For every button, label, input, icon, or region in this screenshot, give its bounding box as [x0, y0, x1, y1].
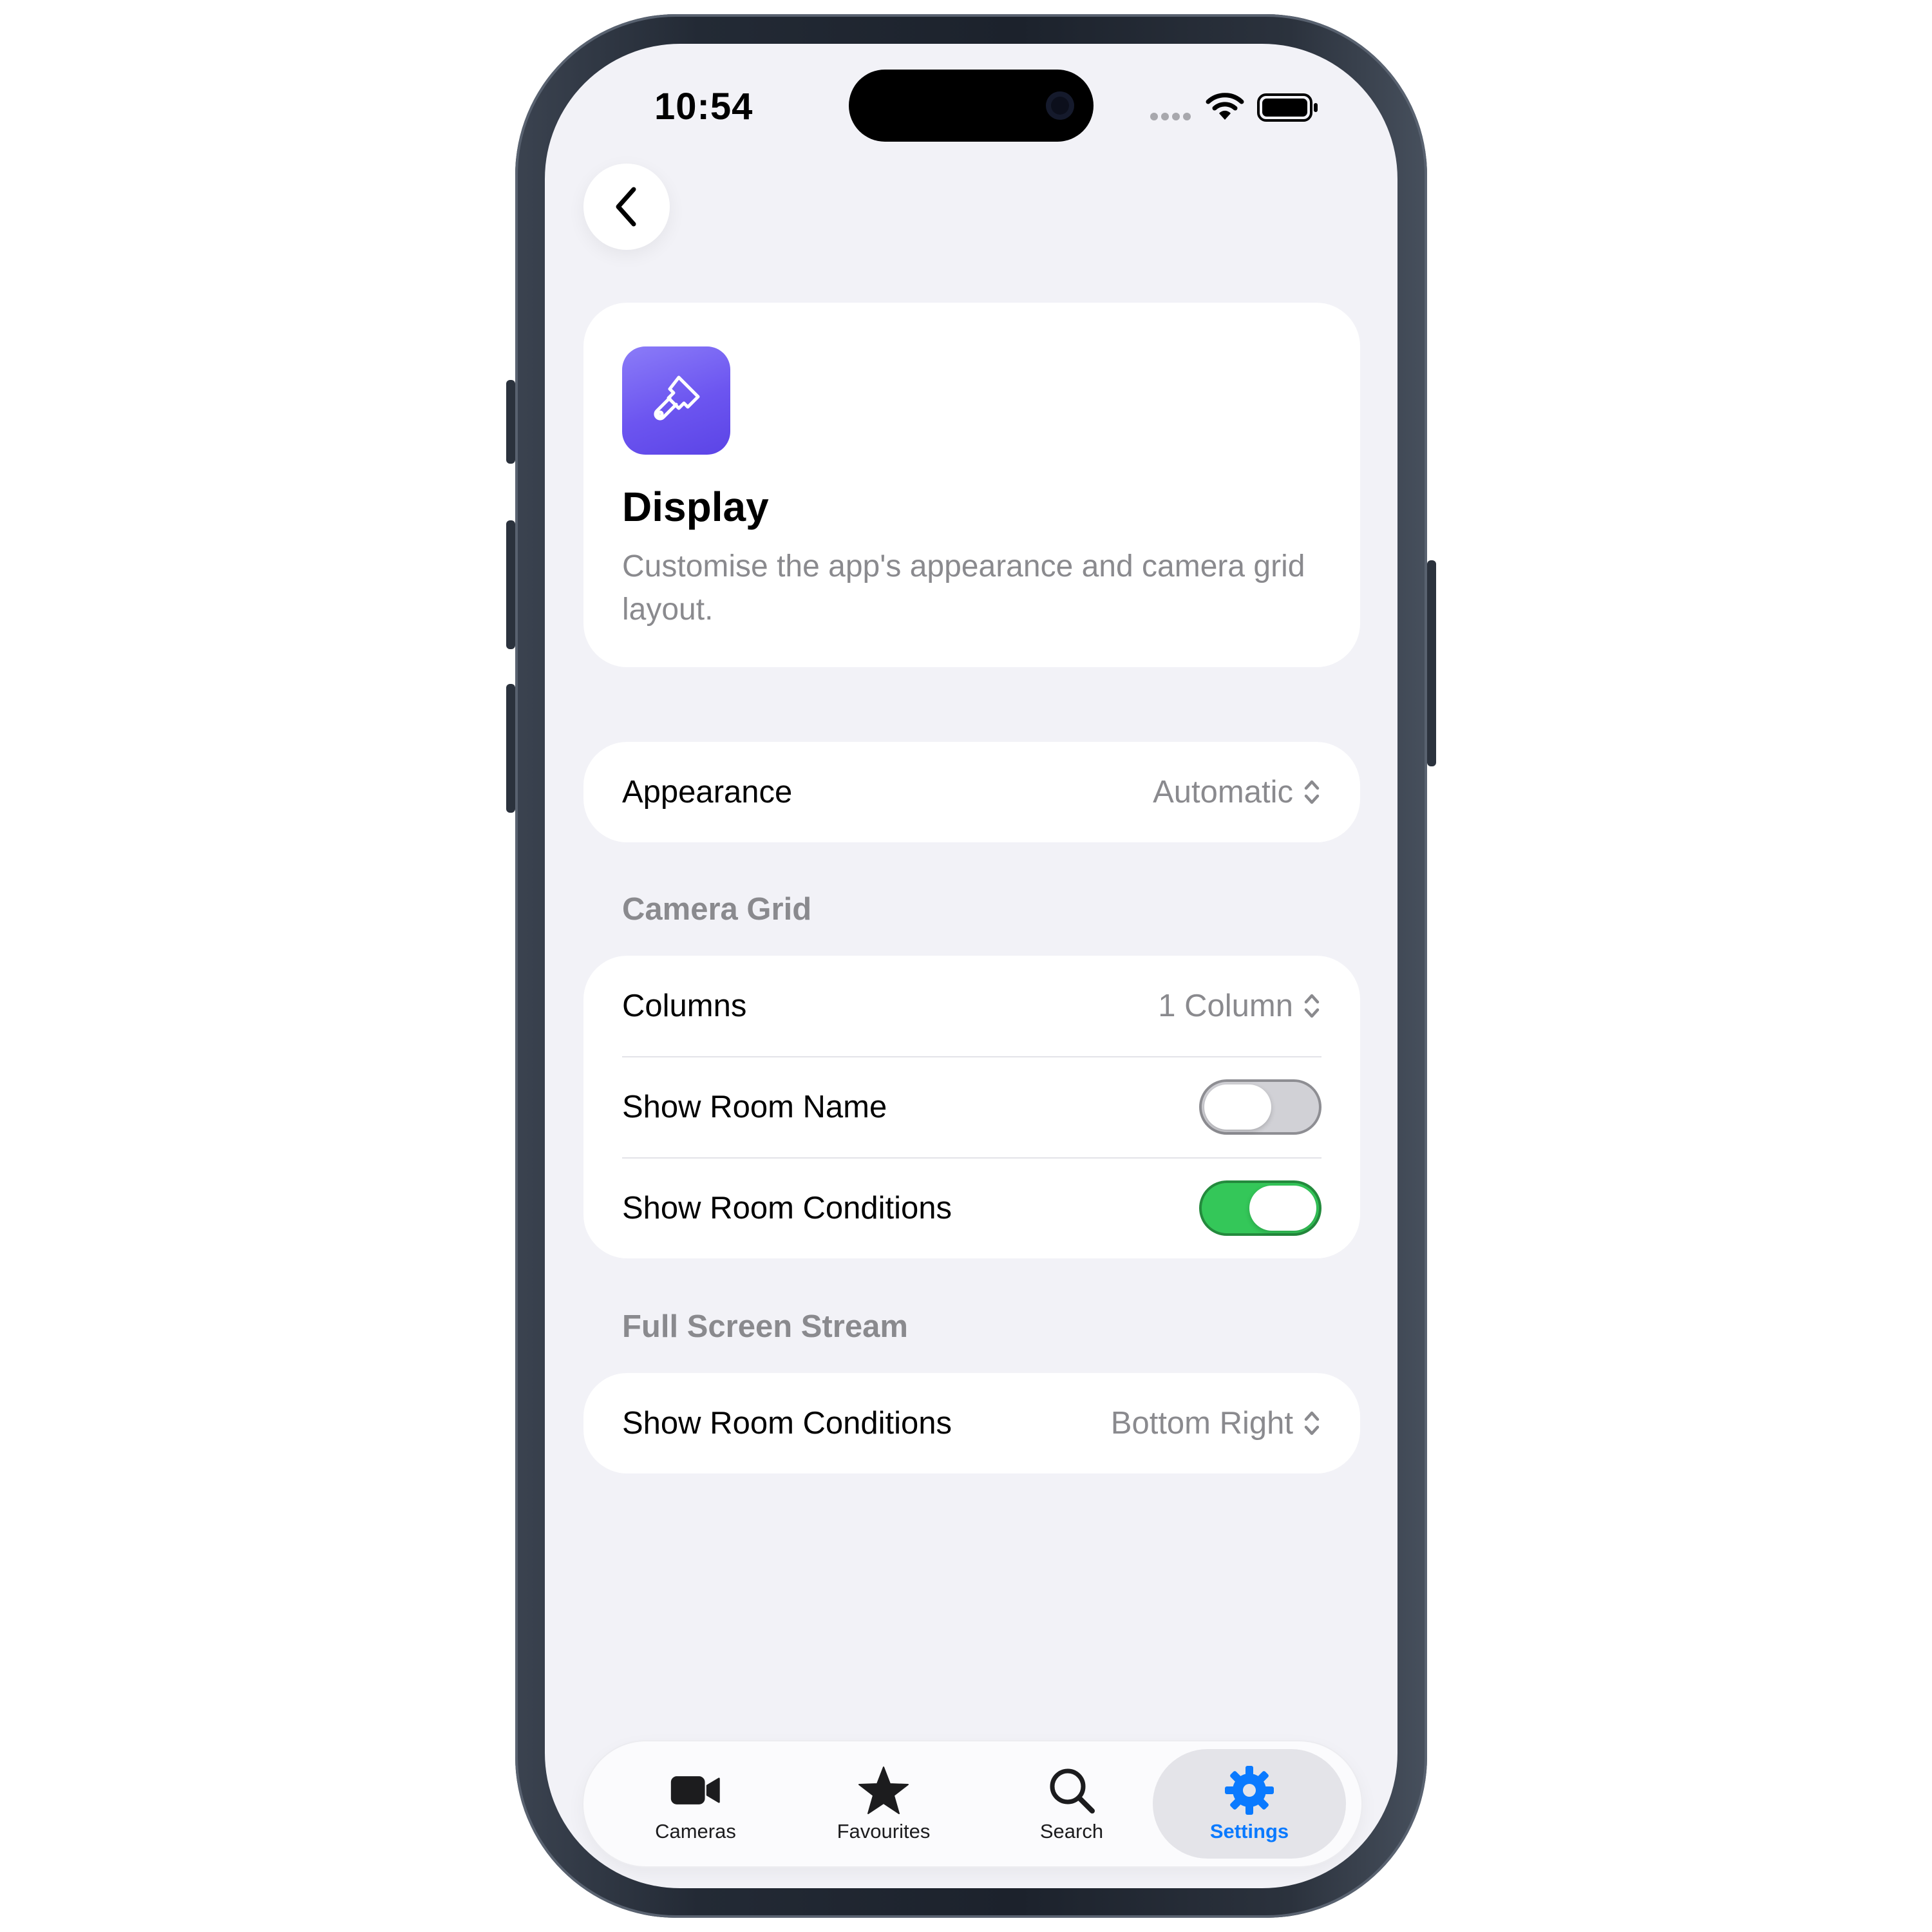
show-room-name-label: Show Room Name [622, 1090, 887, 1124]
page-title: Display [622, 484, 769, 530]
stream-room-conditions-value: Bottom Right [1110, 1406, 1293, 1441]
columns-value: 1 Column [1158, 989, 1293, 1023]
chevron-up-down-icon [1304, 780, 1320, 804]
screen: 10:54 Display Customise the app's appear… [545, 44, 1397, 1888]
page-description: Customise the app's appearance and camer… [622, 549, 1305, 627]
tab-favourites[interactable]: Favourites [787, 1749, 980, 1859]
tab-label: Search [1039, 1820, 1104, 1842]
columns-label: Columns [622, 989, 747, 1023]
columns-row[interactable]: Columns 1 Column [583, 956, 1360, 1056]
tab-bar: Cameras Favourites Search Settings [583, 1741, 1361, 1866]
battery-icon [1257, 93, 1319, 122]
camera-grid-card: Columns 1 Column Show Room Name Show Roo… [583, 956, 1360, 1258]
appearance-row[interactable]: Appearance Automatic [583, 742, 1360, 842]
tab-label: Settings [1209, 1820, 1289, 1842]
show-room-name-row: Show Room Name [583, 1057, 1360, 1157]
dynamic-island [849, 70, 1094, 142]
search-icon [1046, 1765, 1097, 1816]
show-room-conditions-toggle[interactable] [1199, 1180, 1321, 1236]
status-time: 10:54 [654, 86, 753, 128]
appearance-value: Automatic [1153, 775, 1293, 810]
show-room-conditions-label: Show Room Conditions [622, 1191, 952, 1226]
appearance-label: Appearance [622, 775, 793, 810]
back-button[interactable] [583, 164, 670, 250]
camera-grid-section-title: Camera Grid [622, 892, 812, 927]
stream-room-conditions-row[interactable]: Show Room Conditions Bottom Right [583, 1373, 1360, 1473]
tab-label: Favourites [837, 1820, 931, 1842]
full-screen-stream-card: Show Room Conditions Bottom Right [583, 1373, 1360, 1473]
volume-up-button [506, 520, 515, 649]
star-icon [858, 1765, 909, 1816]
volume-down-button [506, 684, 515, 813]
action-button [506, 380, 515, 464]
stream-room-conditions-label: Show Room Conditions [622, 1406, 952, 1441]
appearance-card: Appearance Automatic [583, 742, 1360, 842]
chevron-up-down-icon [1304, 1411, 1320, 1435]
tab-label: Cameras [655, 1820, 736, 1842]
tab-search[interactable]: Search [975, 1749, 1168, 1859]
front-camera [1046, 91, 1074, 120]
chevron-up-down-icon [1304, 994, 1320, 1018]
cellular-signal-icon [1150, 112, 1195, 120]
show-room-conditions-row: Show Room Conditions [583, 1158, 1360, 1258]
chevron-left-icon [616, 187, 636, 227]
video-camera-icon [670, 1765, 721, 1816]
show-room-name-toggle[interactable] [1199, 1079, 1321, 1135]
wifi-icon [1206, 91, 1244, 121]
paintbrush-icon [622, 346, 730, 455]
power-button [1427, 560, 1436, 766]
gear-icon [1224, 1765, 1275, 1816]
header-card: Display Customise the app's appearance a… [583, 303, 1360, 667]
tab-cameras[interactable]: Cameras [599, 1749, 792, 1859]
full-screen-stream-section-title: Full Screen Stream [622, 1309, 908, 1344]
tab-settings[interactable]: Settings [1153, 1749, 1346, 1859]
